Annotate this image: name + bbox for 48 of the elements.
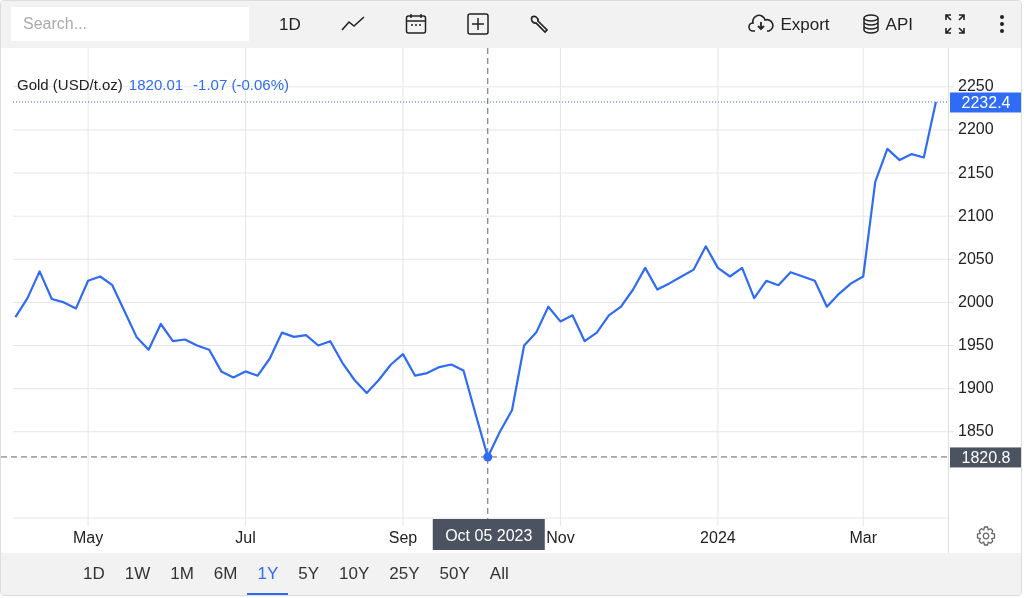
price-value: 1820.01 xyxy=(128,74,184,95)
instrument-name: Gold (USD/t.oz) xyxy=(17,74,123,95)
axis-label: 2100 xyxy=(958,206,994,224)
interval-button[interactable]: 1D xyxy=(273,7,307,41)
axis-label: 2024 xyxy=(700,528,736,546)
api-button[interactable]: API xyxy=(855,7,919,41)
axis-label: 2150 xyxy=(958,163,994,181)
range-tab[interactable]: 1W xyxy=(114,552,161,595)
axis-label: 1900 xyxy=(958,378,994,396)
value-label: 2232.4 xyxy=(950,92,1021,112)
axis-label: 2000 xyxy=(958,292,994,310)
settings-icon[interactable] xyxy=(976,525,996,546)
data-point xyxy=(483,451,493,461)
line-chart-icon xyxy=(340,16,365,33)
range-tab[interactable]: All xyxy=(479,552,519,595)
range-tab[interactable]: 5Y xyxy=(288,552,330,595)
axis-label: Nov xyxy=(546,528,575,546)
range-tab[interactable]: 50Y xyxy=(429,552,480,595)
value-label: 1820.8 xyxy=(950,446,1021,467)
search-field[interactable]: Search... xyxy=(11,7,249,42)
range-tab[interactable]: 25Y xyxy=(379,552,430,595)
axis-label: 1950 xyxy=(958,335,994,353)
cloud-download-icon xyxy=(748,14,775,35)
axis-label: May xyxy=(72,528,104,546)
range-tab[interactable]: 1M xyxy=(160,552,204,595)
axis-label: 2050 xyxy=(958,249,994,267)
fullscreen-icon xyxy=(945,14,965,35)
price-change: -1.07 (-0.06%) xyxy=(193,74,289,95)
ref-line-label: 2232.4 xyxy=(961,93,1011,111)
axis-label: 1850 xyxy=(958,421,994,439)
database-icon xyxy=(861,14,880,35)
plus-icon xyxy=(466,13,489,36)
range-tab[interactable]: 1Y xyxy=(247,552,289,595)
x-tick-label: Oct 05 2023 xyxy=(445,526,533,544)
more-icon xyxy=(999,14,1005,35)
date-label: Oct 05 2023 xyxy=(432,518,545,550)
export-button[interactable]: Export xyxy=(742,7,836,41)
wrench-icon xyxy=(528,14,549,35)
axis-label: Sep xyxy=(388,528,418,546)
axis-label: Mar xyxy=(849,528,877,546)
range-tab[interactable]: 6M xyxy=(203,552,248,595)
ref-line-label: 1820.8 xyxy=(961,448,1011,466)
calendar-icon xyxy=(404,13,427,36)
range-tab[interactable]: 1D xyxy=(73,552,115,595)
axis-label: Jul xyxy=(235,528,256,546)
axis-label: 2250 xyxy=(958,76,994,94)
range-tab[interactable]: 10Y xyxy=(329,552,380,595)
axis-label: 2200 xyxy=(958,119,994,137)
